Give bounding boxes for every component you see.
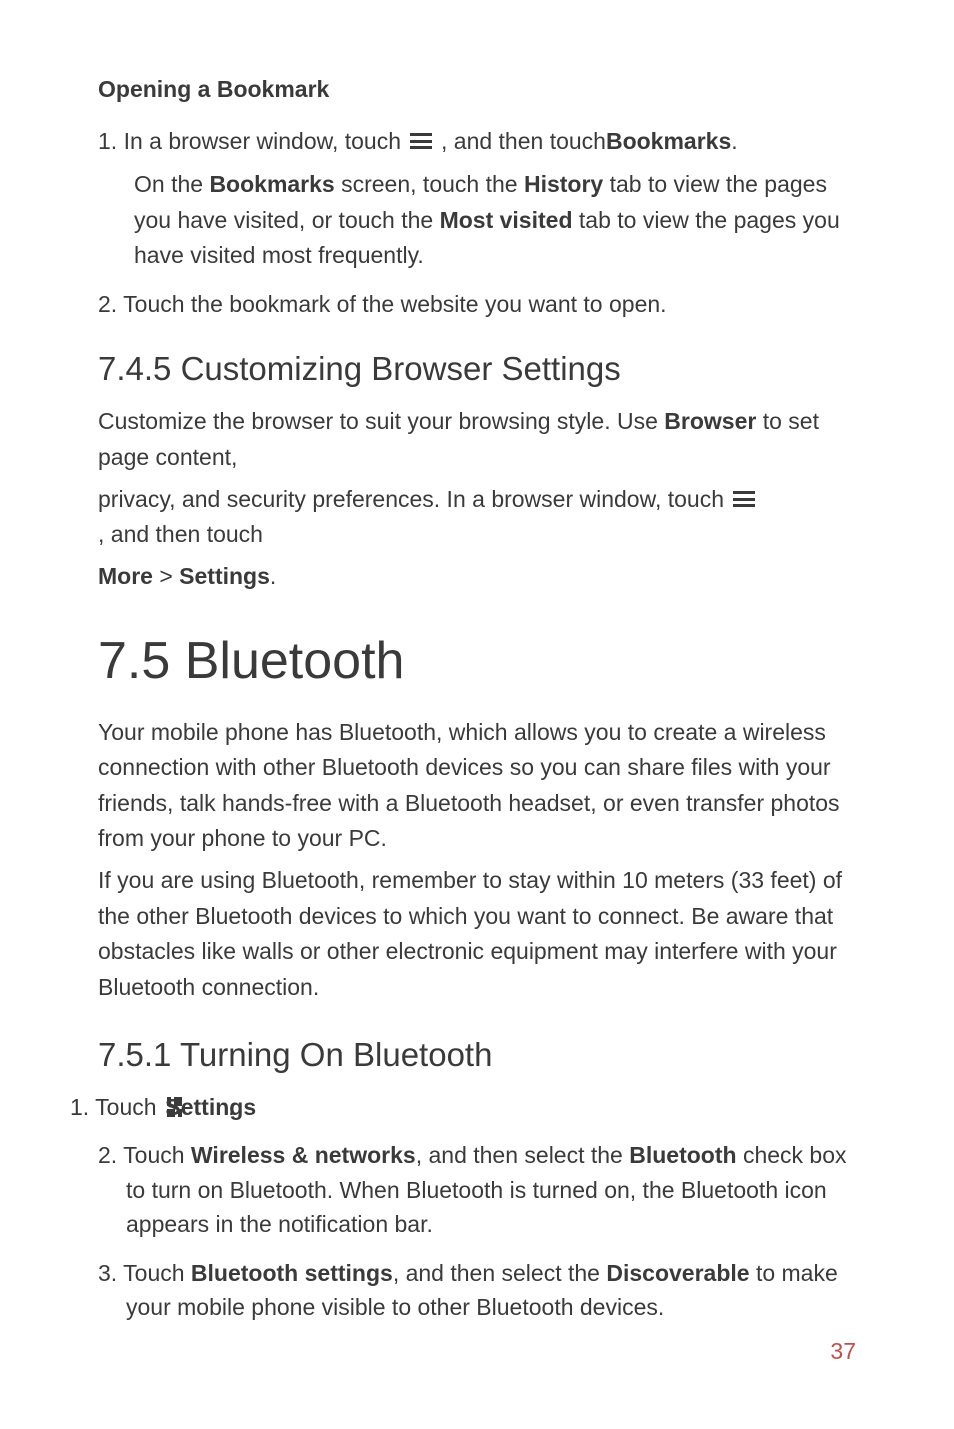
para-75b: If you are using Bluetooth, remember to …: [98, 863, 856, 1006]
para-745a: Customize the browser to suit your brows…: [98, 404, 856, 475]
li3-t1: 3. Touch: [98, 1260, 191, 1286]
sub1-t2: screen, touch the: [335, 171, 524, 197]
step1-bold: Bookmarks: [606, 125, 731, 157]
sub1-b1: Bookmarks: [209, 171, 334, 197]
heading-745: 7.4.5 Customizing Browser Settings: [98, 350, 856, 388]
list-item-1: 1. Touch > Settings .: [98, 1090, 856, 1125]
li1-t1: 1. Touch: [98, 1090, 159, 1125]
sub1-b2: History: [524, 171, 603, 197]
step-2: 2. Touch the bookmark of the website you…: [98, 288, 856, 320]
para-745b: privacy, and security preferences. In a …: [98, 482, 856, 553]
p745c-t2: .: [270, 563, 276, 589]
menu-icon: [730, 489, 758, 509]
heading-opening-bookmark: Opening a Bookmark: [98, 76, 856, 103]
li2-b2: Bluetooth: [629, 1142, 736, 1168]
step1-prefix: 1. In a browser window, touch: [98, 125, 401, 157]
li2-t2: , and then select the: [416, 1142, 630, 1168]
menu-icon: [407, 131, 435, 151]
p745b-t2: , and then touch: [98, 517, 263, 553]
step1-mid: , and then touch: [441, 125, 606, 157]
apps-grid-icon: [165, 1096, 187, 1118]
para-745c: More > Settings.: [98, 559, 856, 595]
step-1: 1. In a browser window, touch , and then…: [98, 125, 856, 157]
heading-751: 7.5.1 Turning On Bluetooth: [98, 1036, 856, 1074]
page-number: 37: [830, 1338, 856, 1365]
p745c-b1: More: [98, 563, 153, 589]
heading-75: 7.5 Bluetooth: [98, 631, 856, 691]
li2-t1: 2. Touch: [98, 1142, 191, 1168]
p745b-t1: privacy, and security preferences. In a …: [98, 482, 724, 518]
p745a-b1: Browser: [664, 408, 756, 434]
p745a-t1: Customize the browser to suit your brows…: [98, 408, 664, 434]
p745c-t1: >: [153, 563, 179, 589]
step1-suffix: .: [731, 125, 737, 157]
li3-b2: Discoverable: [606, 1260, 749, 1286]
list-item-2: 2. Touch Wireless & networks, and then s…: [98, 1138, 856, 1242]
li3-b1: Bluetooth settings: [191, 1260, 393, 1286]
li3-t2: , and then select the: [393, 1260, 607, 1286]
para-75a: Your mobile phone has Bluetooth, which a…: [98, 715, 856, 858]
li2-b1: Wireless & networks: [191, 1142, 416, 1168]
sub1-b3: Most visited: [440, 207, 573, 233]
p745c-b2: Settings: [179, 563, 270, 589]
sub1-t1: On the: [134, 171, 209, 197]
list-item-3: 3. Touch Bluetooth settings, and then se…: [98, 1256, 856, 1325]
li1-b1: Settings: [193, 1090, 256, 1125]
step1-sub: On the Bookmarks screen, touch the Histo…: [134, 167, 856, 274]
